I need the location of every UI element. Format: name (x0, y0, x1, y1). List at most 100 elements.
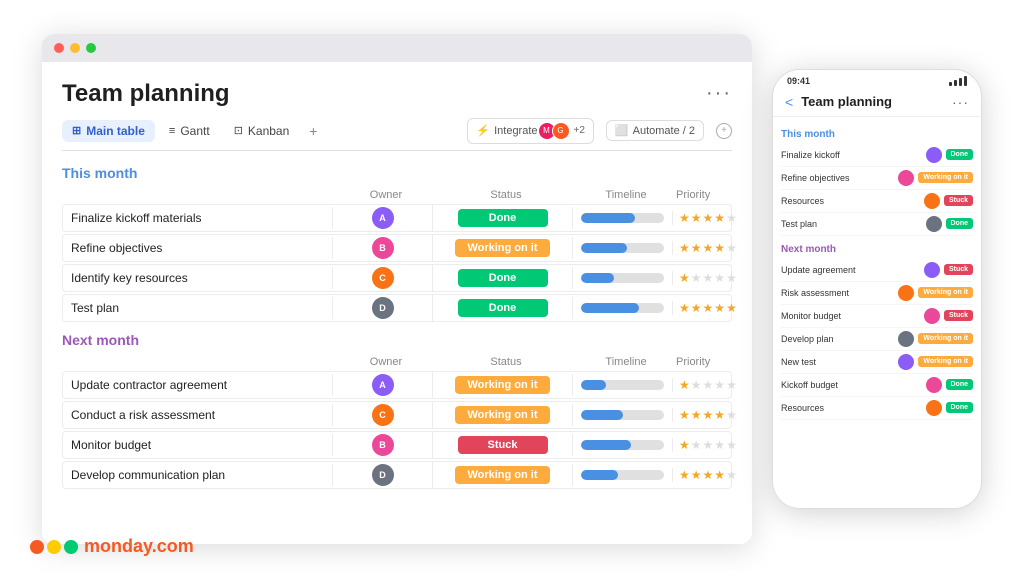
table-row: Conduct a risk assessment C Working on i… (62, 401, 732, 429)
timeline-cell (573, 301, 673, 315)
task-name: Refine objectives (63, 237, 333, 259)
owner-cell: A (333, 372, 433, 398)
timeline-fill (581, 213, 635, 223)
timeline-fill (581, 440, 631, 450)
mobile-avatar (898, 285, 914, 301)
mobile-more-button[interactable]: ··· (952, 94, 969, 110)
monday-logo: monday.com (30, 536, 194, 557)
timeline-fill (581, 470, 618, 480)
list-item: Risk assessment Working on it (781, 282, 973, 305)
mobile-section-next-month: Next month (781, 244, 973, 255)
status-badge[interactable]: Working on it (455, 406, 549, 424)
status-badge[interactable]: Working on it (455, 239, 549, 257)
list-item: Finalize kickoff Done (781, 144, 973, 167)
logo-dot-orange (30, 540, 44, 554)
list-item: Refine objectives Working on it (781, 167, 973, 190)
avatar-group: M G (542, 122, 570, 140)
col-status-2: Status (436, 356, 576, 368)
status-badge[interactable]: Stuck (458, 436, 548, 454)
avatar: D (372, 464, 394, 486)
desktop-window: Team planning ··· ⊞ Main table ≡ Gantt ⊡… (42, 34, 752, 544)
status-badge[interactable]: Done (458, 209, 548, 227)
mobile-avatar (898, 331, 914, 347)
tab-gantt[interactable]: ≡ Gantt (159, 120, 220, 142)
mobile-avatar (926, 400, 942, 416)
owner-cell: D (333, 295, 433, 321)
table-row: Refine objectives B Working on it ★★★★★ (62, 234, 732, 262)
timeline-cell (573, 408, 673, 422)
integrate-button[interactable]: ⚡ Integrate M G +2 (467, 118, 594, 144)
maximize-dot[interactable] (86, 43, 96, 53)
mobile-avatar (924, 308, 940, 324)
tab-main-table[interactable]: ⊞ Main table (62, 120, 155, 142)
more-options-button[interactable]: ··· (706, 82, 732, 105)
task-name: Test plan (63, 297, 333, 319)
close-dot[interactable] (54, 43, 64, 53)
tab-kanban[interactable]: ⊡ Kanban (224, 120, 300, 142)
timeline-cell (573, 241, 673, 255)
avatar: C (372, 404, 394, 426)
list-item: Test plan Done (781, 213, 973, 236)
status-badge[interactable]: Working on it (455, 376, 549, 394)
task-name: Finalize kickoff materials (63, 207, 333, 229)
timeline-cell (573, 438, 673, 452)
priority-cell: ★★★★★ (673, 239, 703, 257)
window-content: Team planning ··· ⊞ Main table ≡ Gantt ⊡… (42, 62, 752, 544)
status-cell[interactable]: Done (433, 207, 573, 229)
col-priority-2: Priority (676, 356, 706, 368)
mobile-status-badge: Done (946, 149, 974, 160)
minimize-dot[interactable] (70, 43, 80, 53)
mobile-avatar (924, 262, 940, 278)
logo-text: monday.com (84, 536, 194, 557)
automate-icon: ⬜ (615, 124, 629, 137)
timeline-bar (581, 213, 664, 223)
mobile-section-this-month: This month (781, 129, 973, 140)
avatar: A (372, 207, 394, 229)
app-header: Team planning ··· (62, 80, 732, 108)
status-badge[interactable]: Done (458, 269, 548, 287)
table-row: Develop communication plan D Working on … (62, 461, 732, 489)
owner-cell: C (333, 265, 433, 291)
task-name: Monitor budget (63, 434, 333, 456)
task-name: Update contractor agreement (63, 374, 333, 396)
mobile-app-title: Team planning (801, 94, 944, 109)
priority-cell: ★★★★★ (673, 299, 703, 317)
section-title-next-month: Next month (62, 330, 732, 350)
status-cell[interactable]: Working on it (433, 237, 573, 259)
table-icon: ⊞ (72, 124, 81, 137)
table-row: Update contractor agreement A Working on… (62, 371, 732, 399)
status-cell[interactable]: Working on it (433, 404, 573, 426)
status-badge[interactable]: Working on it (455, 466, 549, 484)
logo-dot-yellow (47, 540, 61, 554)
back-button[interactable]: < (785, 94, 793, 110)
automate-button[interactable]: ⬜ Automate / 2 (606, 120, 704, 141)
mobile-window: 09:41 < Team planning ··· This month Fin… (772, 69, 982, 509)
status-badge[interactable]: Done (458, 299, 548, 317)
timeline-cell (573, 271, 673, 285)
mobile-avatar (898, 170, 914, 186)
section-title-this-month: This month (62, 163, 732, 183)
add-tab-button[interactable]: + (303, 121, 323, 141)
timeline-cell (573, 378, 673, 392)
timeline-bar (581, 440, 664, 450)
window-titlebar (42, 34, 752, 62)
mobile-time: 09:41 (787, 76, 810, 86)
status-cell[interactable]: Done (433, 267, 573, 289)
priority-cell: ★★★★★ (673, 436, 703, 454)
col-timeline-1: Timeline (576, 189, 676, 201)
status-cell[interactable]: Done (433, 297, 573, 319)
mobile-status-bar: 09:41 (773, 70, 981, 88)
owner-cell: B (333, 432, 433, 458)
status-cell[interactable]: Working on it (433, 464, 573, 486)
timeline-cell (573, 468, 673, 482)
timeline-bar (581, 303, 664, 313)
mobile-status-badge: Done (946, 402, 974, 413)
timeline-bar (581, 470, 664, 480)
add-column-button[interactable]: + (716, 123, 732, 139)
status-cell[interactable]: Working on it (433, 374, 573, 396)
mobile-avatar (926, 147, 942, 163)
avatar: A (372, 374, 394, 396)
col-owner-2: Owner (336, 356, 436, 368)
mobile-status-badge: Working on it (918, 333, 973, 344)
status-cell[interactable]: Stuck (433, 434, 573, 456)
